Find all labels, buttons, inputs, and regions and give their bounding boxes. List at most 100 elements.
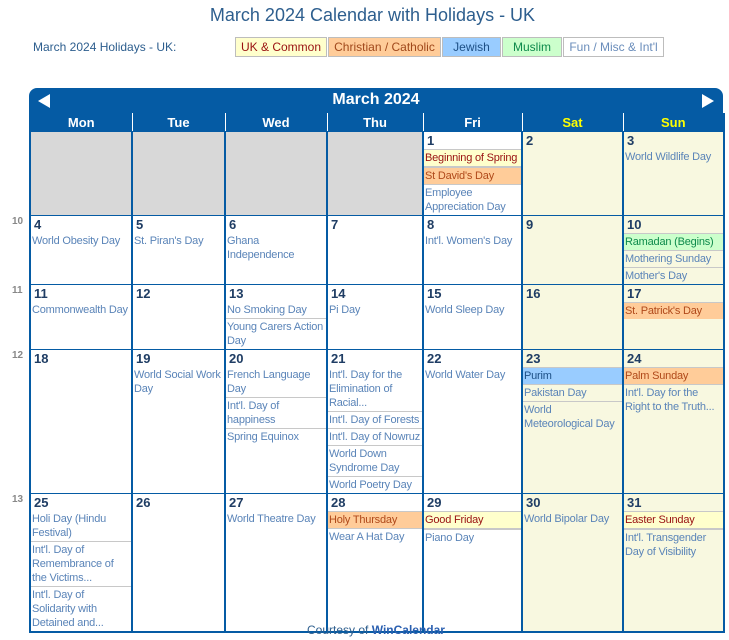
day-cell[interactable]: 22 World Water Day — [422, 349, 523, 494]
day-cell[interactable]: 29 Good Friday Piano Day — [422, 493, 523, 633]
holiday-event[interactable]: Holi Day (Hindu Festival) — [31, 511, 131, 541]
day-cell[interactable]: 20 French Language Day Int'l. Day of happi… — [224, 349, 328, 494]
day-cell[interactable]: 6 Ghana Independence — [224, 215, 328, 285]
holiday-event[interactable]: Int'l. Day of Forests — [328, 411, 422, 428]
day-cell[interactable]: 4 World Obesity Day — [29, 215, 133, 285]
holiday-event[interactable]: World Theatre Day — [226, 511, 326, 527]
day-number: 14 — [331, 286, 346, 301]
day-cell[interactable]: 26 — [131, 493, 226, 633]
holiday-event[interactable]: World Water Day — [424, 367, 521, 383]
holiday-event[interactable]: French Language Day — [226, 367, 326, 397]
day-cell[interactable]: 13 No Smoking Day Young Carers Action Day — [224, 284, 328, 350]
day-number: 15 — [427, 286, 442, 301]
day-header-sat: Sat — [521, 113, 624, 132]
calendar-grid: Mon Tue Wed Thu Fri Sat Sun 1 Beginning o… — [29, 113, 725, 633]
holiday-event[interactable]: Int'l. Day for the Right to the Truth... — [624, 384, 723, 415]
empty-day-cell — [224, 131, 328, 216]
holiday-event[interactable]: Ghana Independence — [226, 233, 326, 263]
day-cell[interactable]: 23 Purim Pakistan Day World Meteorological … — [521, 349, 624, 494]
holiday-event[interactable]: World Meteorological Day — [523, 401, 622, 432]
calendar: March 2024 Mon Tue Wed Thu Fri Sat Sun 1… — [29, 88, 725, 633]
holiday-event[interactable]: World Social Work Day — [133, 367, 224, 397]
holiday-event[interactable]: No Smoking Day — [226, 302, 326, 318]
holiday-event[interactable]: St. Piran's Day — [133, 233, 224, 249]
holiday-event[interactable]: Pi Day — [328, 302, 422, 318]
day-cell[interactable]: 8 Int'l. Women's Day — [422, 215, 523, 285]
holiday-event[interactable]: World Sleep Day — [424, 302, 521, 318]
day-cell[interactable]: 21 Int'l. Day for the Elimination of Raci… — [326, 349, 424, 494]
footer-prefix: Courtesy of — [307, 623, 372, 637]
wincalendar-link[interactable]: WinCalendar — [372, 623, 445, 637]
day-cell[interactable]: 2 — [521, 131, 624, 216]
holiday-event[interactable]: Int'l. Day of Nowruz — [328, 428, 422, 445]
holiday-event[interactable]: World Poetry Day — [328, 476, 422, 493]
holiday-event[interactable]: St. Patrick's Day — [624, 302, 723, 319]
day-cell[interactable]: 3 World Wildlife Day — [622, 131, 725, 216]
day-cell[interactable]: 19 World Social Work Day — [131, 349, 226, 494]
holiday-event[interactable]: World Bipolar Day — [523, 511, 622, 527]
day-number: 12 — [136, 286, 151, 301]
day-number: 30 — [526, 495, 541, 510]
day-cell[interactable]: 15 World Sleep Day — [422, 284, 523, 350]
holiday-event[interactable]: Wear A Hat Day — [328, 528, 422, 545]
holiday-event[interactable]: World Wildlife Day — [624, 149, 723, 165]
day-cell[interactable]: 27 World Theatre Day — [224, 493, 328, 633]
day-cell[interactable]: 28 Holy Thursday Wear A Hat Day — [326, 493, 424, 633]
holiday-event[interactable]: Int'l. Day for the Elimination of Racial… — [328, 367, 422, 411]
day-number: 7 — [331, 217, 339, 232]
day-header-thu: Thu — [326, 113, 424, 132]
holiday-event[interactable]: Beginning of Spring — [424, 149, 521, 167]
day-cell[interactable]: 10 Ramadan (Begins) Mothering Sunday Mother… — [622, 215, 725, 285]
holiday-event[interactable]: Mothering Sunday — [624, 250, 723, 267]
legend-fun-misc-intl: Fun / Misc & Int'l — [563, 37, 664, 57]
holiday-event[interactable]: World Down Syndrome Day — [328, 445, 422, 476]
day-header-fri: Fri — [422, 113, 523, 132]
empty-day-cell — [131, 131, 226, 216]
day-cell[interactable]: 5 St. Piran's Day — [131, 215, 226, 285]
day-header-tue: Tue — [131, 113, 226, 132]
day-cell[interactable]: 7 — [326, 215, 424, 285]
day-cell[interactable]: 18 — [29, 349, 133, 494]
legend-uk-common: UK & Common — [235, 37, 327, 57]
holiday-event[interactable]: Piano Day — [424, 529, 521, 546]
day-number: 4 — [34, 217, 42, 232]
holiday-event[interactable]: Commonwealth Day — [31, 302, 131, 318]
day-cell[interactable]: 31 Easter Sunday Int'l. Transgender Day of… — [622, 493, 725, 633]
day-cell[interactable]: 16 — [521, 284, 624, 350]
day-number: 10 — [627, 217, 642, 232]
day-cell[interactable]: 14 Pi Day — [326, 284, 424, 350]
holiday-event[interactable]: St David's Day — [424, 167, 521, 184]
day-cell[interactable]: 30 World Bipolar Day — [521, 493, 624, 633]
next-month-arrow-icon[interactable] — [702, 94, 714, 108]
day-cell[interactable]: 24 Palm Sunday Int'l. Day for the Right to… — [622, 349, 725, 494]
holiday-event[interactable]: Ramadan (Begins) — [624, 233, 723, 250]
day-cell[interactable]: 12 — [131, 284, 226, 350]
holiday-event[interactable]: Purim — [523, 367, 622, 384]
day-cell[interactable]: 9 — [521, 215, 624, 285]
day-number: 6 — [229, 217, 237, 232]
day-number: 24 — [627, 351, 642, 366]
holiday-event[interactable]: Easter Sunday — [624, 511, 723, 529]
holiday-event[interactable]: Pakistan Day — [523, 384, 622, 401]
holiday-event[interactable]: Int'l. Day of happiness — [226, 397, 326, 428]
holiday-event[interactable]: Spring Equinox — [226, 428, 326, 445]
empty-day-cell — [326, 131, 424, 216]
holiday-event[interactable]: Holy Thursday — [328, 511, 422, 528]
holiday-event[interactable]: Employee Appreciation Day — [424, 184, 521, 215]
day-cell[interactable]: 11 Commonwealth Day — [29, 284, 133, 350]
holiday-event[interactable]: World Obesity Day — [31, 233, 131, 249]
holiday-event[interactable]: Good Friday — [424, 511, 521, 529]
day-cell[interactable]: 25 Holi Day (Hindu Festival) Int'l. Day of… — [29, 493, 133, 633]
day-header-wed: Wed — [224, 113, 328, 132]
day-cell[interactable]: 1 Beginning of Spring St David's Day Employ… — [422, 131, 523, 216]
holiday-event[interactable]: Young Carers Action Day — [226, 318, 326, 349]
holiday-event[interactable]: Int'l. Women's Day — [424, 233, 521, 249]
month-label: March 2024 — [332, 91, 420, 108]
legend-christian-catholic: Christian / Catholic — [328, 37, 441, 57]
holiday-event[interactable]: Int'l. Transgender Day of Visibility — [624, 529, 723, 560]
holiday-event[interactable]: Mother's Day — [624, 267, 723, 284]
holiday-event[interactable]: Int'l. Day of Remembrance of the Victims… — [31, 541, 131, 586]
day-cell[interactable]: 17 St. Patrick's Day — [622, 284, 725, 350]
day-number: 11 — [34, 286, 48, 301]
holiday-event[interactable]: Palm Sunday — [624, 367, 723, 384]
